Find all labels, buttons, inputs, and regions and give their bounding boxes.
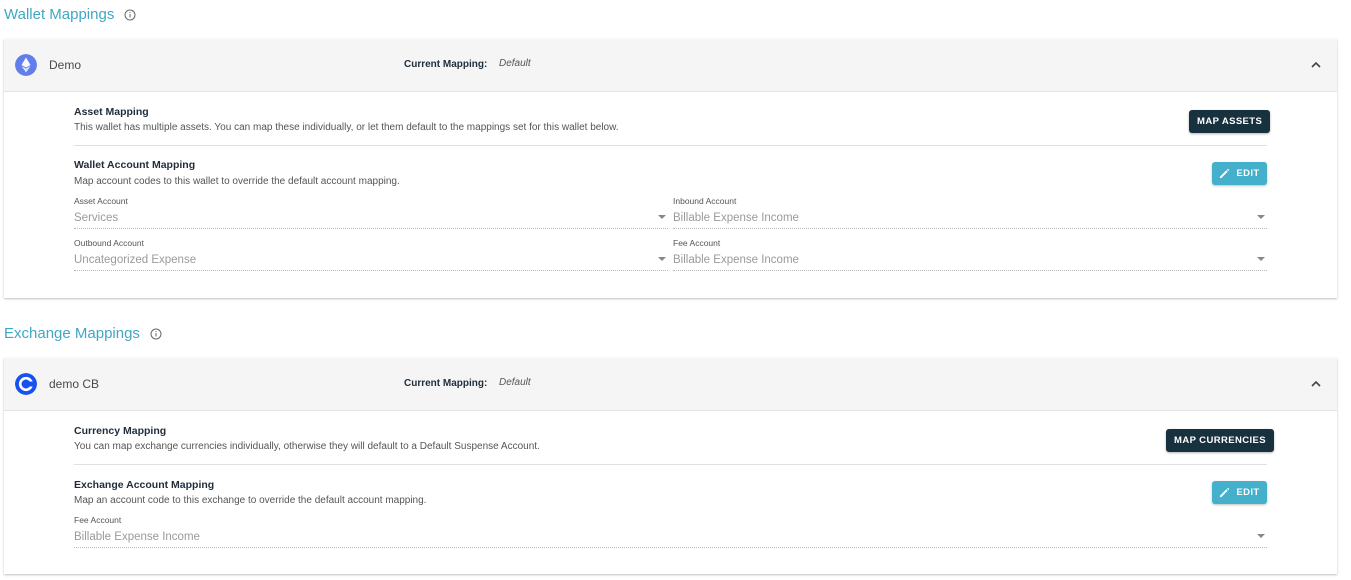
inbound-account-field: Inbound Account Billable Expense Income bbox=[673, 196, 1267, 229]
outbound-account-value: Uncategorized Expense bbox=[74, 254, 197, 266]
fee-account-label: Fee Account bbox=[673, 238, 721, 248]
wallet-mappings-title-text: Wallet Mappings bbox=[4, 6, 115, 23]
dropdown-caret-icon bbox=[658, 257, 666, 261]
coinbase-icon bbox=[15, 373, 37, 395]
asset-mapping-description: This wallet has multiple assets. You can… bbox=[74, 122, 619, 133]
outbound-account-select[interactable]: Uncategorized Expense bbox=[74, 252, 668, 271]
wallet-name: Demo bbox=[49, 58, 82, 72]
chevron-up-icon[interactable] bbox=[1309, 377, 1323, 391]
pencil-icon bbox=[1220, 487, 1230, 498]
exchange-fee-account-value: Billable Expense Income bbox=[74, 531, 200, 543]
divider bbox=[74, 464, 1267, 465]
dropdown-caret-icon bbox=[1257, 534, 1265, 538]
fee-account-value: Billable Expense Income bbox=[673, 254, 799, 266]
inbound-account-label: Inbound Account bbox=[673, 196, 737, 206]
current-mapping-label: Current Mapping: bbox=[404, 59, 488, 70]
exchange-edit-label: EDIT bbox=[1236, 487, 1260, 498]
info-icon[interactable] bbox=[150, 328, 162, 340]
current-mapping-label: Current Mapping: bbox=[404, 378, 488, 389]
exchange-card: demo CB Current Mapping: Default Currenc… bbox=[4, 358, 1337, 574]
inbound-account-select[interactable]: Billable Expense Income bbox=[673, 210, 1267, 229]
ethereum-icon bbox=[15, 54, 37, 76]
asset-mapping-title: Asset Mapping bbox=[74, 106, 149, 118]
chevron-up-icon[interactable] bbox=[1309, 58, 1323, 72]
currency-mapping-description: You can map exchange currencies individu… bbox=[74, 441, 540, 452]
map-currencies-button[interactable]: MAP CURRENCIES bbox=[1166, 429, 1274, 452]
divider bbox=[74, 145, 1267, 146]
asset-account-label: Asset Account bbox=[74, 196, 128, 206]
exchange-card-header[interactable]: demo CB Current Mapping: Default bbox=[4, 358, 1337, 411]
exchange-fee-account-select[interactable]: Billable Expense Income bbox=[74, 529, 1267, 548]
wallet-edit-label: EDIT bbox=[1236, 168, 1260, 179]
asset-account-select[interactable]: Services bbox=[74, 210, 668, 229]
exchange-mappings-title-text: Exchange Mappings bbox=[4, 325, 140, 342]
current-mapping-value: Default bbox=[499, 58, 531, 69]
wallet-card-header[interactable]: Demo Current Mapping: Default bbox=[4, 39, 1337, 92]
exchange-fee-account-label: Fee Account bbox=[74, 515, 122, 525]
wallet-card: Demo Current Mapping: Default Asset Mapp… bbox=[4, 39, 1337, 298]
pencil-icon bbox=[1220, 168, 1230, 179]
exchange-account-mapping-description: Map an account code to this exchange to … bbox=[74, 495, 427, 506]
exchange-fee-account-field: Fee Account Billable Expense Income bbox=[74, 515, 1267, 548]
exchange-account-mapping-title: Exchange Account Mapping bbox=[74, 479, 215, 491]
wallet-edit-button[interactable]: EDIT bbox=[1212, 162, 1267, 185]
exchange-name: demo CB bbox=[49, 377, 100, 391]
wallet-account-mapping-description: Map account codes to this wallet to over… bbox=[74, 176, 400, 187]
dropdown-caret-icon bbox=[1257, 215, 1265, 219]
wallet-account-mapping-title: Wallet Account Mapping bbox=[74, 159, 196, 171]
outbound-account-field: Outbound Account Uncategorized Expense bbox=[74, 238, 668, 271]
map-assets-button[interactable]: MAP ASSETS bbox=[1189, 110, 1271, 133]
fee-account-field: Fee Account Billable Expense Income bbox=[673, 238, 1267, 271]
info-icon[interactable] bbox=[124, 9, 136, 21]
current-mapping-value: Default bbox=[499, 377, 531, 388]
exchange-mappings-title: Exchange Mappings bbox=[4, 325, 162, 342]
outbound-account-label: Outbound Account bbox=[74, 238, 144, 248]
asset-account-value: Services bbox=[74, 212, 119, 224]
currency-mapping-title: Currency Mapping bbox=[74, 425, 167, 437]
exchange-edit-button[interactable]: EDIT bbox=[1212, 481, 1267, 504]
wallet-mappings-title: Wallet Mappings bbox=[4, 6, 136, 23]
fee-account-select[interactable]: Billable Expense Income bbox=[673, 252, 1267, 271]
dropdown-caret-icon bbox=[658, 215, 666, 219]
asset-account-field: Asset Account Services bbox=[74, 196, 668, 229]
dropdown-caret-icon bbox=[1257, 257, 1265, 261]
inbound-account-value: Billable Expense Income bbox=[673, 212, 799, 224]
